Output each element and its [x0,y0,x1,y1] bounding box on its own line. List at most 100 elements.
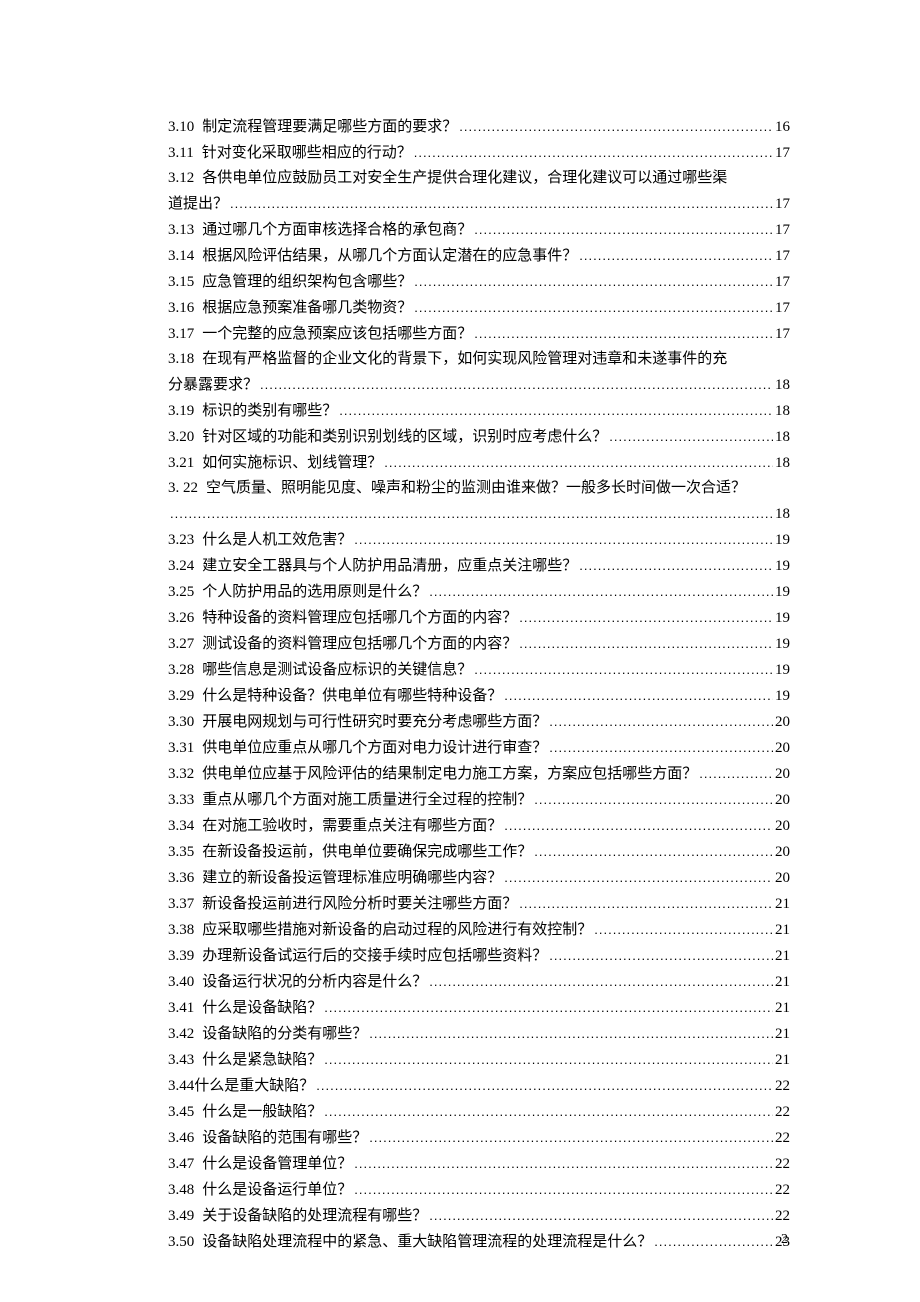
toc-page: 3.10制定流程管理要满足哪些方面的要求？163.11针对变化采取哪些相应的行动… [0,0,920,1255]
toc-number: 3.25 [168,580,194,605]
toc-leader [472,321,773,346]
toc-leader [337,398,773,423]
toc-title: 什么是紧急缺陷？ [202,1048,322,1073]
toc-leader [314,1073,773,1098]
toc-title: 什么是设备管理单位？ [202,1152,352,1177]
toc-page-ref: 20 [773,840,790,865]
toc-page-ref: 18 [773,451,790,476]
toc-entry: 3.26特种设备的资料管理应包括哪几个方面的内容？19 [168,605,790,631]
toc-title: 新设备投运前进行风险分析时要关注哪些方面？ [202,892,517,917]
toc-number: 3.12 [168,170,194,186]
toc-title: 设备缺陷的分类有哪些？ [202,1022,367,1047]
toc-entry: 3.19标识的类别有哪些？18 [168,398,790,424]
toc-leader [168,501,773,526]
toc-entry: 3.32供电单位应基于风险评估的结果制定电力施工方案，方案应包括哪些方面？20 [168,761,790,787]
toc-number: 3.31 [168,736,194,761]
toc-number: 3.39 [168,944,194,969]
toc-title: 应急管理的组织架构包含哪些？ [202,270,412,295]
toc-page-ref: 21 [773,944,790,969]
toc-number: 3.46 [168,1126,194,1151]
toc-title: 通过哪几个方面审核选择合格的承包商？ [202,218,472,243]
toc-leader [427,969,773,994]
toc-number: 3.49 [168,1204,194,1229]
toc-number: 3.45 [168,1100,194,1125]
toc-title: 标识的类别有哪些？ [202,399,337,424]
toc-title: 如何实施标识、划线管理？ [202,451,382,476]
toc-page-ref: 19 [773,684,790,709]
toc-number: 3.17 [168,322,194,347]
toc-page-ref: 20 [773,814,790,839]
toc-page-ref: 21 [773,1022,790,1047]
toc-entry: 3.50设备缺陷处理流程中的紧急、重大缺陷管理流程的处理流程是什么？23 [168,1229,790,1255]
toc-entry: 3.16根据应急预案准备哪几类物资？17 [168,295,790,321]
toc-page-ref: 20 [773,866,790,891]
toc-entry: 3.38应采取哪些措施对新设备的启动过程的风险进行有效控制？21 [168,917,790,943]
toc-title: 供电单位应基于风险评估的结果制定电力施工方案，方案应包括哪些方面？ [202,762,697,787]
toc-leader [472,217,773,242]
toc-number: 3.26 [168,606,194,631]
toc-page-ref: 18 [773,502,790,527]
toc-page-ref: 19 [773,658,790,683]
toc-entry: 3.17一个完整的应急预案应该包括哪些方面？17 [168,321,790,347]
toc-leader [367,1021,773,1046]
toc-entry: 3.36建立的新设备投运管理标准应明确哪些内容？20 [168,865,790,891]
toc-title: 什么是重大缺陷？ [194,1074,314,1099]
toc-page-ref: 22 [773,1204,790,1229]
toc-leader [517,631,773,656]
toc-title: 什么是人机工效危害？ [202,528,352,553]
toc-page-ref: 17 [773,270,790,295]
toc-title: 开展电网规划与可行性研究时要充分考虑哪些方面？ [202,710,547,735]
toc-page-ref: 19 [773,554,790,579]
toc-leader [502,683,773,708]
toc-entry: 3.48什么是设备运行单位？22 [168,1177,790,1203]
toc-page-ref: 17 [773,218,790,243]
toc-page-ref: 21 [773,996,790,1021]
toc-title: 空气质量、照明能见度、噪声和粉尘的监测由谁来做？一般多长时间做一次合适？ [206,480,746,496]
toc-number: 3.44 [168,1074,194,1099]
toc-page-ref: 21 [773,892,790,917]
toc-title: 设备缺陷处理流程中的紧急、重大缺陷管理流程的处理流程是什么？ [202,1230,652,1255]
toc-number: 3.34 [168,814,194,839]
toc-entry: 3.37新设备投运前进行风险分析时要关注哪些方面？21 [168,891,790,917]
toc-leader [502,865,773,890]
toc-number: 3.16 [168,296,194,321]
toc-entry: 3.45 什么是一般缺陷？ 22 [168,1099,790,1125]
toc-page-ref: 17 [773,322,790,347]
toc-page-ref: 21 [773,970,790,995]
toc-number: 3.40 [168,970,194,995]
toc-leader [607,424,773,449]
toc-leader [258,372,773,397]
toc-leader [382,450,773,475]
toc-title: 哪些信息是测试设备应标识的关键信息？ [202,658,472,683]
toc-title: 在对施工验收时，需要重点关注有哪些方面？ [202,814,502,839]
toc-entry: 3.29什么是特种设备？供电单位有哪些特种设备？19 [168,683,790,709]
toc-number: 3.27 [168,632,194,657]
toc-entry: 3.47什么是设备管理单位？22 [168,1151,790,1177]
toc-leader [412,269,773,294]
toc-page-ref: 22 [773,1100,790,1125]
toc-title: 什么是设备运行单位？ [202,1178,352,1203]
toc-number: 3.33 [168,788,194,813]
toc-leader [322,995,773,1020]
toc-title: 建立安全工器具与个人防护用品清册，应重点关注哪些？ [202,554,577,579]
toc-number: 3.41 [168,996,194,1021]
toc-entry: 3.10制定流程管理要满足哪些方面的要求？16 [168,114,790,140]
toc-title: 根据应急预案准备哪几类物资？ [202,296,412,321]
toc-leader [367,1125,773,1150]
toc-entry: 3.41什么是设备缺陷？21 [168,995,790,1021]
toc-title: 制定流程管理要满足哪些方面的要求？ [202,115,457,140]
toc-page-ref: 17 [773,192,790,217]
toc-entry: 3.30开展电网规划与可行性研究时要充分考虑哪些方面？20 [168,709,790,735]
toc-page-ref: 16 [773,115,790,140]
toc-number: 3.29 [168,684,194,709]
toc-number: 3.14 [168,244,194,269]
toc-entry: 3.33重点从哪几个方面对施工质量进行全过程的控制？20 [168,787,790,813]
toc-title: 什么是一般缺陷？ [202,1100,322,1125]
toc-leader [547,943,773,968]
toc-number: 3.36 [168,866,194,891]
toc-entry: 3.15应急管理的组织架构包含哪些？17 [168,269,790,295]
toc-number: 3.13 [168,218,194,243]
toc-entry: 3.31供电单位应重点从哪几个方面对电力设计进行审查？20 [168,735,790,761]
toc-leader [352,527,773,552]
toc-entry: 3.24建立安全工器具与个人防护用品清册，应重点关注哪些？19 [168,553,790,579]
